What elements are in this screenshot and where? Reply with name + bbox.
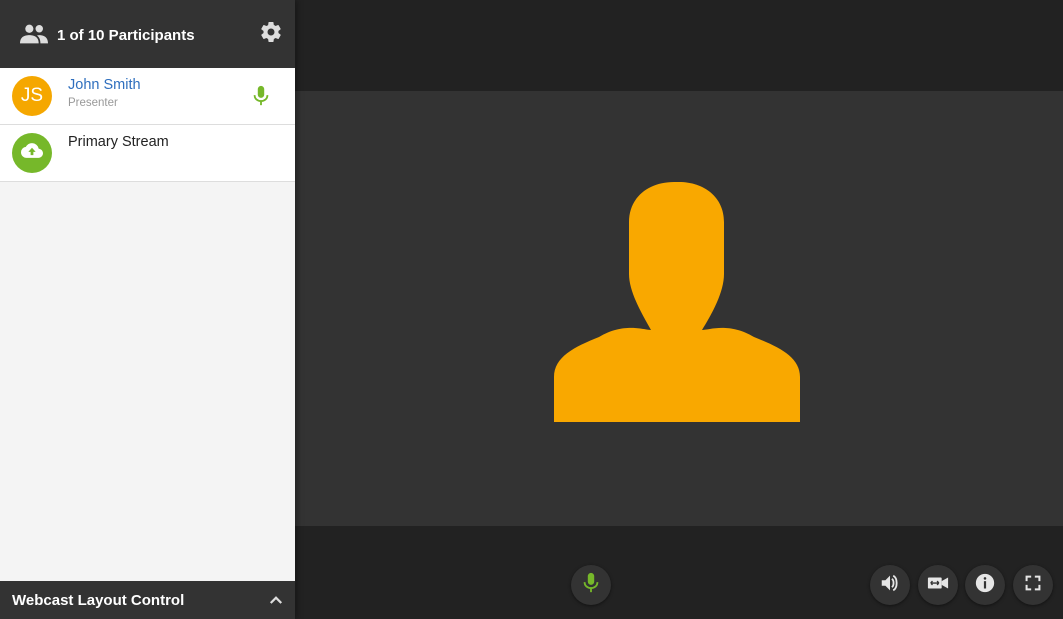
camera-button[interactable] [918,565,958,605]
participant-role: Presenter [68,97,118,109]
webcast-layout-control-toggle[interactable]: Webcast Layout Control [0,581,295,619]
fullscreen-button[interactable] [1013,565,1053,605]
info-icon [974,572,996,599]
participants-header: 1 of 10 Participants [0,0,295,68]
participants-sidebar: 1 of 10 Participants JS John Smith Prese… [0,0,295,619]
stream-avatar [12,133,52,173]
stream-item-primary-stream[interactable]: Primary Stream [0,125,295,182]
cloud-upload-icon [21,142,43,165]
microphone-icon [580,572,602,599]
microphone-icon[interactable] [251,85,271,107]
person-silhouette-icon [554,182,800,422]
fullscreen-icon [1022,572,1044,599]
avatar: JS [12,76,52,116]
layout-control-label: Webcast Layout Control [12,591,185,609]
info-button[interactable] [965,565,1005,605]
webcast-app: 1 of 10 Participants JS John Smith Prese… [0,0,1063,619]
stream-name: Primary Stream [68,134,169,150]
volume-icon [879,572,901,599]
participant-name[interactable]: John Smith [68,77,141,93]
chevron-up-icon[interactable] [267,591,285,609]
video-stage [295,0,1063,619]
video-camera-icon [927,572,949,599]
volume-button[interactable] [870,565,910,605]
video-area [295,91,1063,526]
mic-toggle-button[interactable] [571,565,611,605]
gear-icon[interactable] [259,20,283,44]
people-icon [20,23,48,45]
participants-count: 1 of 10 Participants [57,27,195,44]
participant-item-john-smith[interactable]: JS John Smith Presenter [0,68,295,125]
